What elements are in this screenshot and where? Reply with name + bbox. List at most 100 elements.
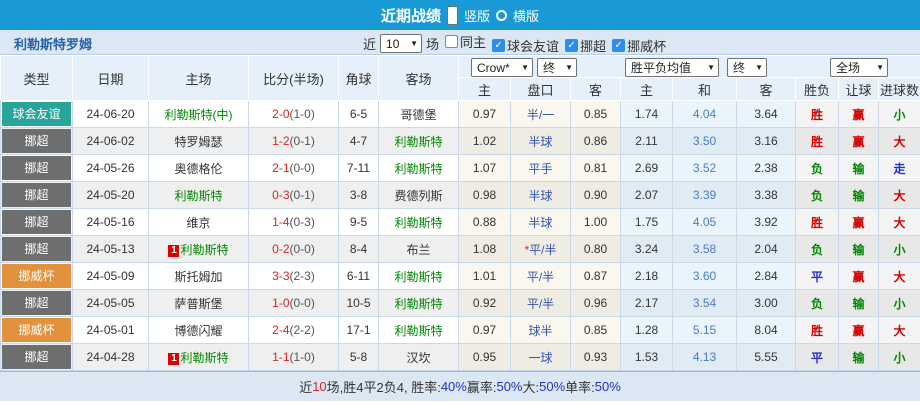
result-wdl: 平: [811, 351, 823, 365]
result-hcap-cell: 输: [839, 155, 879, 182]
avg-odds-select[interactable]: 胜平负均值▼: [625, 58, 719, 77]
result-goals: 大: [894, 189, 906, 203]
col-header-result-hcap: 让球: [839, 78, 879, 101]
result-handicap: 赢: [852, 108, 864, 122]
result-hcap-cell: 赢: [839, 317, 879, 344]
match-type-badge: 挪超: [2, 237, 71, 261]
home-team-name: 奥德格伦: [174, 162, 222, 176]
away-team-name: 汉坎: [406, 351, 430, 365]
recent-count-select[interactable]: 10 ▼: [380, 34, 422, 53]
avg-draw-cell: 3.60: [673, 263, 737, 290]
result-handicap: 赢: [852, 216, 864, 230]
avg-draw-cell: 3.50: [673, 128, 737, 155]
corner-cell: 3-8: [339, 182, 379, 209]
score-cell: 2-0(1-0): [249, 101, 339, 128]
avg-lose-cell: 3.00: [737, 290, 796, 317]
corner-cell: 10-5: [339, 290, 379, 317]
home-team-cell: 博德闪耀: [149, 317, 249, 344]
away-team-cell: 利勒斯特: [379, 128, 459, 155]
match-type-cell: 挪超: [1, 209, 73, 236]
match-date-cell: 24-04-28: [73, 344, 149, 371]
home-odds-cell: 1.08: [459, 236, 511, 263]
match-type-badge: 挪超: [2, 345, 71, 369]
away-odds-cell: 0.86: [571, 128, 621, 155]
result-goals-cell: 大: [879, 263, 920, 290]
corner-cell: 5-8: [339, 344, 379, 371]
corner-cell: 6-5: [339, 101, 379, 128]
result-goals-cell: 小: [879, 290, 920, 317]
result-wdl: 胜: [811, 108, 823, 122]
match-type-cell: 挪超: [1, 236, 73, 263]
score-cell: 1-2(0-1): [249, 128, 339, 155]
results-tbody: 球会友谊24-06-20利勒斯特(中)2-0(1-0)6-5哥德堡0.97半/一…: [1, 101, 920, 371]
col-header-result-goals: 进球数: [879, 78, 920, 101]
avg-draw-cell: 3.58: [673, 236, 737, 263]
chevron-down-icon: ▼: [521, 63, 529, 72]
avg-win-cell: 1.28: [621, 317, 673, 344]
match-type-badge: 挪超: [2, 210, 71, 234]
result-handicap: 赢: [852, 135, 864, 149]
home-team-name: 萨普斯堡: [174, 297, 222, 311]
col-header-date: 日期: [73, 56, 149, 101]
odds-time-select-1[interactable]: 终▼: [537, 58, 577, 77]
col-header-odds-away: 客: [571, 78, 621, 101]
match-date-cell: 24-05-05: [73, 290, 149, 317]
col-header-away: 客场: [379, 56, 459, 101]
away-team-name: 布兰: [406, 243, 430, 257]
radio-vertical-layout[interactable]: [447, 6, 458, 25]
avg-win-cell: 2.07: [621, 182, 673, 209]
avg-draw-cell: 3.39: [673, 182, 737, 209]
filter-checkbox-item-0[interactable]: 同主: [445, 32, 486, 51]
checkbox-unchecked-icon[interactable]: [445, 35, 458, 48]
checkbox-group: 同主 ✓球会友谊 ✓挪超 ✓挪威杯: [439, 32, 666, 55]
filter-checkbox-item-3[interactable]: ✓挪威杯: [612, 36, 666, 55]
col-header-avg-win: 主: [621, 78, 673, 101]
checkbox-checked-icon[interactable]: ✓: [492, 39, 505, 52]
match-row: 挪超24-04-281利勒斯特1-1(1-0)5-8汉坎0.95一球0.931.…: [1, 344, 920, 371]
checkbox-checked-icon[interactable]: ✓: [565, 39, 578, 52]
scope-select[interactable]: 全场▼: [830, 58, 888, 77]
radio-horizontal-layout[interactable]: [496, 10, 507, 21]
score-cell: 3-3(2-3): [249, 263, 339, 290]
team-name[interactable]: 利勒斯特罗姆: [14, 34, 92, 53]
result-hcap-cell: 赢: [839, 263, 879, 290]
odds-time-select-2[interactable]: 终▼: [727, 58, 767, 77]
filter-checkbox-item-2[interactable]: ✓挪超: [565, 36, 606, 55]
filter-checkbox-item-1[interactable]: ✓球会友谊: [492, 36, 559, 55]
fulltime-score: 0-2: [272, 242, 289, 256]
match-type-badge: 挪超: [2, 156, 71, 180]
radio-horizontal-label[interactable]: 横版: [513, 6, 539, 25]
chevron-down-icon: ▼: [707, 63, 715, 72]
result-wdl: 胜: [811, 135, 823, 149]
avg-draw-value: 3.39: [693, 188, 716, 202]
handicap-cell: 平手: [511, 155, 571, 182]
corner-cell: 7-11: [339, 155, 379, 182]
handicap-cell: 半球: [511, 182, 571, 209]
halftime-score: (1-0): [290, 350, 315, 364]
match-date-cell: 24-05-26: [73, 155, 149, 182]
match-type-badge: 球会友谊: [2, 102, 71, 126]
rank-badge: 1: [168, 245, 179, 257]
avg-draw-value: 3.54: [693, 296, 716, 310]
avg-draw-cell: 4.13: [673, 344, 737, 371]
header-select-row: Crow*▼ 终▼ 胜平负均值▼ 终▼ 全场▼: [459, 56, 920, 78]
avg-lose-cell: 2.84: [737, 263, 796, 290]
checkbox-checked-icon[interactable]: ✓: [612, 39, 625, 52]
result-wdl: 平: [811, 270, 823, 284]
avg-draw-value: 5.15: [693, 323, 716, 337]
result-handicap: 赢: [852, 324, 864, 338]
match-date-cell: 24-05-16: [73, 209, 149, 236]
result-hcap-cell: 赢: [839, 101, 879, 128]
result-goals: 走: [894, 162, 906, 176]
result-goals-cell: 小: [879, 236, 920, 263]
chevron-down-icon: ▼: [565, 63, 573, 72]
result-wdl: 胜: [811, 324, 823, 338]
halftime-score: (1-0): [290, 107, 315, 121]
score-cell: 0-3(0-1): [249, 182, 339, 209]
summary-segment-3: 40%: [441, 379, 467, 394]
result-wdl-cell: 平: [796, 263, 839, 290]
odds-company-select[interactable]: Crow*▼: [471, 58, 533, 77]
col-header-home: 主场: [149, 56, 249, 101]
handicap-value: 半球: [528, 216, 552, 230]
radio-vertical-label[interactable]: 竖版: [464, 6, 490, 25]
